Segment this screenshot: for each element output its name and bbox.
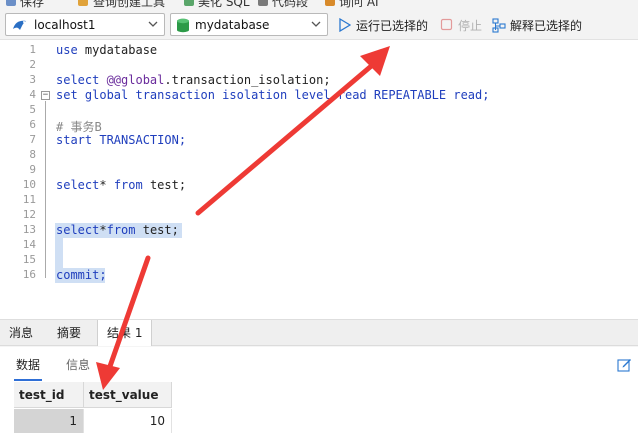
- connection-toolbar: localhost1 mydatabase 运行已选择的 停止 解释已选择的: [0, 8, 638, 40]
- line-number: 8: [29, 148, 36, 161]
- save-button[interactable]: 保存: [20, 0, 44, 8]
- play-icon: [338, 17, 352, 35]
- top-toolbar: 保存 查询创建工具 美化 SQL 代码段 询问 AI: [0, 0, 638, 8]
- line-number: 10: [22, 178, 36, 191]
- snippet-icon: [258, 0, 268, 6]
- table-cell[interactable]: 10: [84, 409, 172, 433]
- column-header-test-id[interactable]: test_id: [14, 382, 84, 408]
- line-number: 16: [22, 268, 36, 281]
- line-number: 9: [29, 163, 36, 176]
- column-header-test-value[interactable]: test_value: [84, 382, 172, 408]
- table-cell[interactable]: 1: [14, 409, 84, 433]
- subtab-data[interactable]: 数据: [13, 356, 43, 381]
- ai-icon: [325, 0, 335, 6]
- run-selected-label: 运行已选择的: [356, 19, 429, 33]
- chevron-down-icon: [310, 18, 322, 33]
- connection-icon: [11, 18, 29, 35]
- query-builder-button[interactable]: 查询创建工具: [93, 0, 165, 8]
- edit-icon[interactable]: [617, 357, 632, 375]
- ask-ai-button[interactable]: 询问 AI: [339, 0, 379, 8]
- line-number: 13: [22, 223, 36, 236]
- line-number: 14: [22, 238, 36, 251]
- code-line-13: select*from test;: [56, 223, 179, 237]
- beautify-icon: [184, 0, 194, 6]
- line-number: 6: [29, 118, 36, 131]
- beautify-sql-button[interactable]: 美化 SQL: [198, 0, 250, 8]
- run-selected-button[interactable]: 运行已选择的: [338, 16, 433, 36]
- line-number: 15: [22, 253, 36, 266]
- database-icon: [176, 18, 190, 36]
- result-subtabs: 数据 信息: [0, 347, 638, 381]
- line-gutter: 1 2 3 4 5 6 7 8 9 10 11 12 13 14 15 16: [0, 41, 40, 319]
- database-name: mydatabase: [195, 18, 270, 32]
- connection-name: localhost1: [34, 18, 96, 32]
- line-number: 7: [29, 133, 36, 146]
- subtab-info[interactable]: 信息: [66, 356, 90, 373]
- result-tabs: 消息 摘要 结果 1: [0, 320, 638, 346]
- line-number: 11: [22, 193, 36, 206]
- code-line-1: use mydatabase: [56, 43, 158, 57]
- fold-toggle[interactable]: −: [41, 91, 50, 100]
- line-number: 12: [22, 208, 36, 221]
- code-line-16: commit;: [56, 268, 107, 282]
- fold-guide: [45, 101, 46, 278]
- code-line-3: select @@global.transaction_isolation;: [56, 73, 331, 87]
- stop-icon: [440, 18, 453, 34]
- connection-select[interactable]: localhost1: [5, 13, 165, 36]
- save-icon: [6, 0, 16, 6]
- chevron-down-icon: [147, 18, 159, 33]
- sql-editor[interactable]: 1 2 3 4 5 6 7 8 9 10 11 12 13 14 15 16 −…: [0, 41, 638, 319]
- code-line-4: set global transaction isolation level r…: [56, 88, 490, 102]
- explain-icon: [492, 18, 507, 36]
- tab-summary[interactable]: 摘要: [48, 320, 90, 346]
- line-number: 2: [29, 58, 36, 71]
- selection-highlight: [55, 238, 63, 268]
- line-number: 4: [29, 88, 36, 101]
- database-select[interactable]: mydatabase: [170, 13, 328, 36]
- explain-selected-label: 解释已选择的: [510, 19, 583, 33]
- code-line-10: select* from test;: [56, 178, 187, 192]
- explain-selected-button[interactable]: 解释已选择的: [492, 16, 592, 36]
- code-line-7: start TRANSACTION;: [56, 133, 187, 147]
- stop-label: 停止: [458, 19, 483, 33]
- line-number: 3: [29, 73, 36, 86]
- tab-result-1[interactable]: 结果 1: [97, 320, 153, 346]
- tab-messages[interactable]: 消息: [0, 320, 42, 346]
- snippet-button[interactable]: 代码段: [272, 0, 308, 8]
- line-number: 1: [29, 43, 36, 56]
- query-builder-icon: [78, 0, 88, 6]
- line-number: 5: [29, 103, 36, 116]
- result-panel: 消息 摘要 结果 1 数据 信息 test_id test_value 1 10: [0, 319, 638, 434]
- stop-button[interactable]: 停止: [440, 16, 484, 36]
